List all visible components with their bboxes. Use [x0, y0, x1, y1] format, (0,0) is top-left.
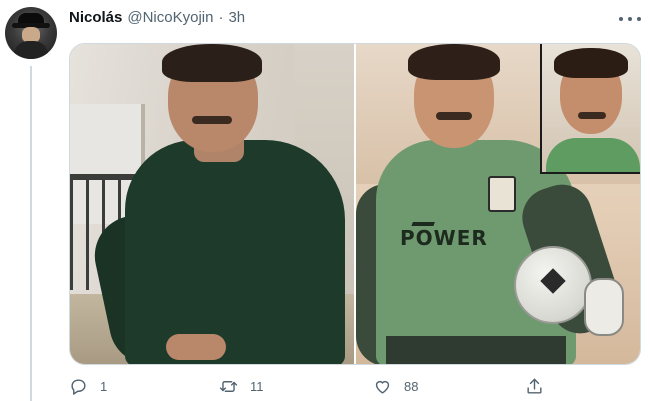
inset-mustache — [578, 112, 606, 119]
photo-green-sweater — [125, 140, 345, 364]
media-photo-right[interactable]: POWER — [356, 44, 640, 364]
reply-button[interactable]: 1 — [69, 373, 107, 399]
tweet-time[interactable]: 3h — [228, 9, 245, 26]
more-icon[interactable] — [619, 12, 641, 26]
share-button[interactable] — [525, 373, 544, 399]
media-grid: POWER — [69, 43, 641, 365]
like-count: 88 — [404, 378, 419, 394]
photo-hair — [408, 44, 500, 80]
reply-count: 1 — [100, 378, 108, 394]
tweet-actions: 1 11 88 — [69, 373, 549, 399]
inset-jersey — [546, 138, 640, 172]
retweet-icon — [219, 380, 238, 392]
photo-club-badge — [488, 176, 516, 212]
avatar[interactable] — [5, 7, 57, 59]
author-name[interactable]: Nicolás — [69, 9, 122, 26]
photo-mustache — [436, 112, 472, 120]
more-dot — [628, 17, 632, 21]
photo-shorts — [386, 336, 566, 364]
photo-jersey-text: POWER — [400, 226, 488, 250]
photo-hair — [162, 44, 262, 82]
photo-hand — [166, 334, 226, 360]
separator-dot: · — [218, 9, 224, 26]
tweet-header: Nicolás @NicoKyojin · 3h — [69, 9, 245, 31]
more-dot — [637, 17, 641, 21]
reply-icon — [71, 378, 86, 395]
thread-line — [30, 66, 32, 401]
inset-hair — [554, 48, 628, 78]
photo-inset-portrait — [540, 44, 640, 174]
author-handle[interactable]: @NicoKyojin — [127, 9, 213, 26]
like-icon — [375, 380, 390, 394]
avatar-body — [14, 41, 48, 59]
photo-glove — [584, 278, 624, 336]
photo-football — [514, 246, 592, 324]
photo-mustache — [192, 116, 232, 124]
more-dot — [619, 17, 623, 21]
media-photo-left[interactable] — [70, 44, 354, 364]
retweet-count: 11 — [250, 378, 264, 394]
retweet-button[interactable]: 11 — [219, 373, 264, 399]
share-icon — [527, 378, 542, 394]
like-button[interactable]: 88 — [373, 373, 418, 399]
